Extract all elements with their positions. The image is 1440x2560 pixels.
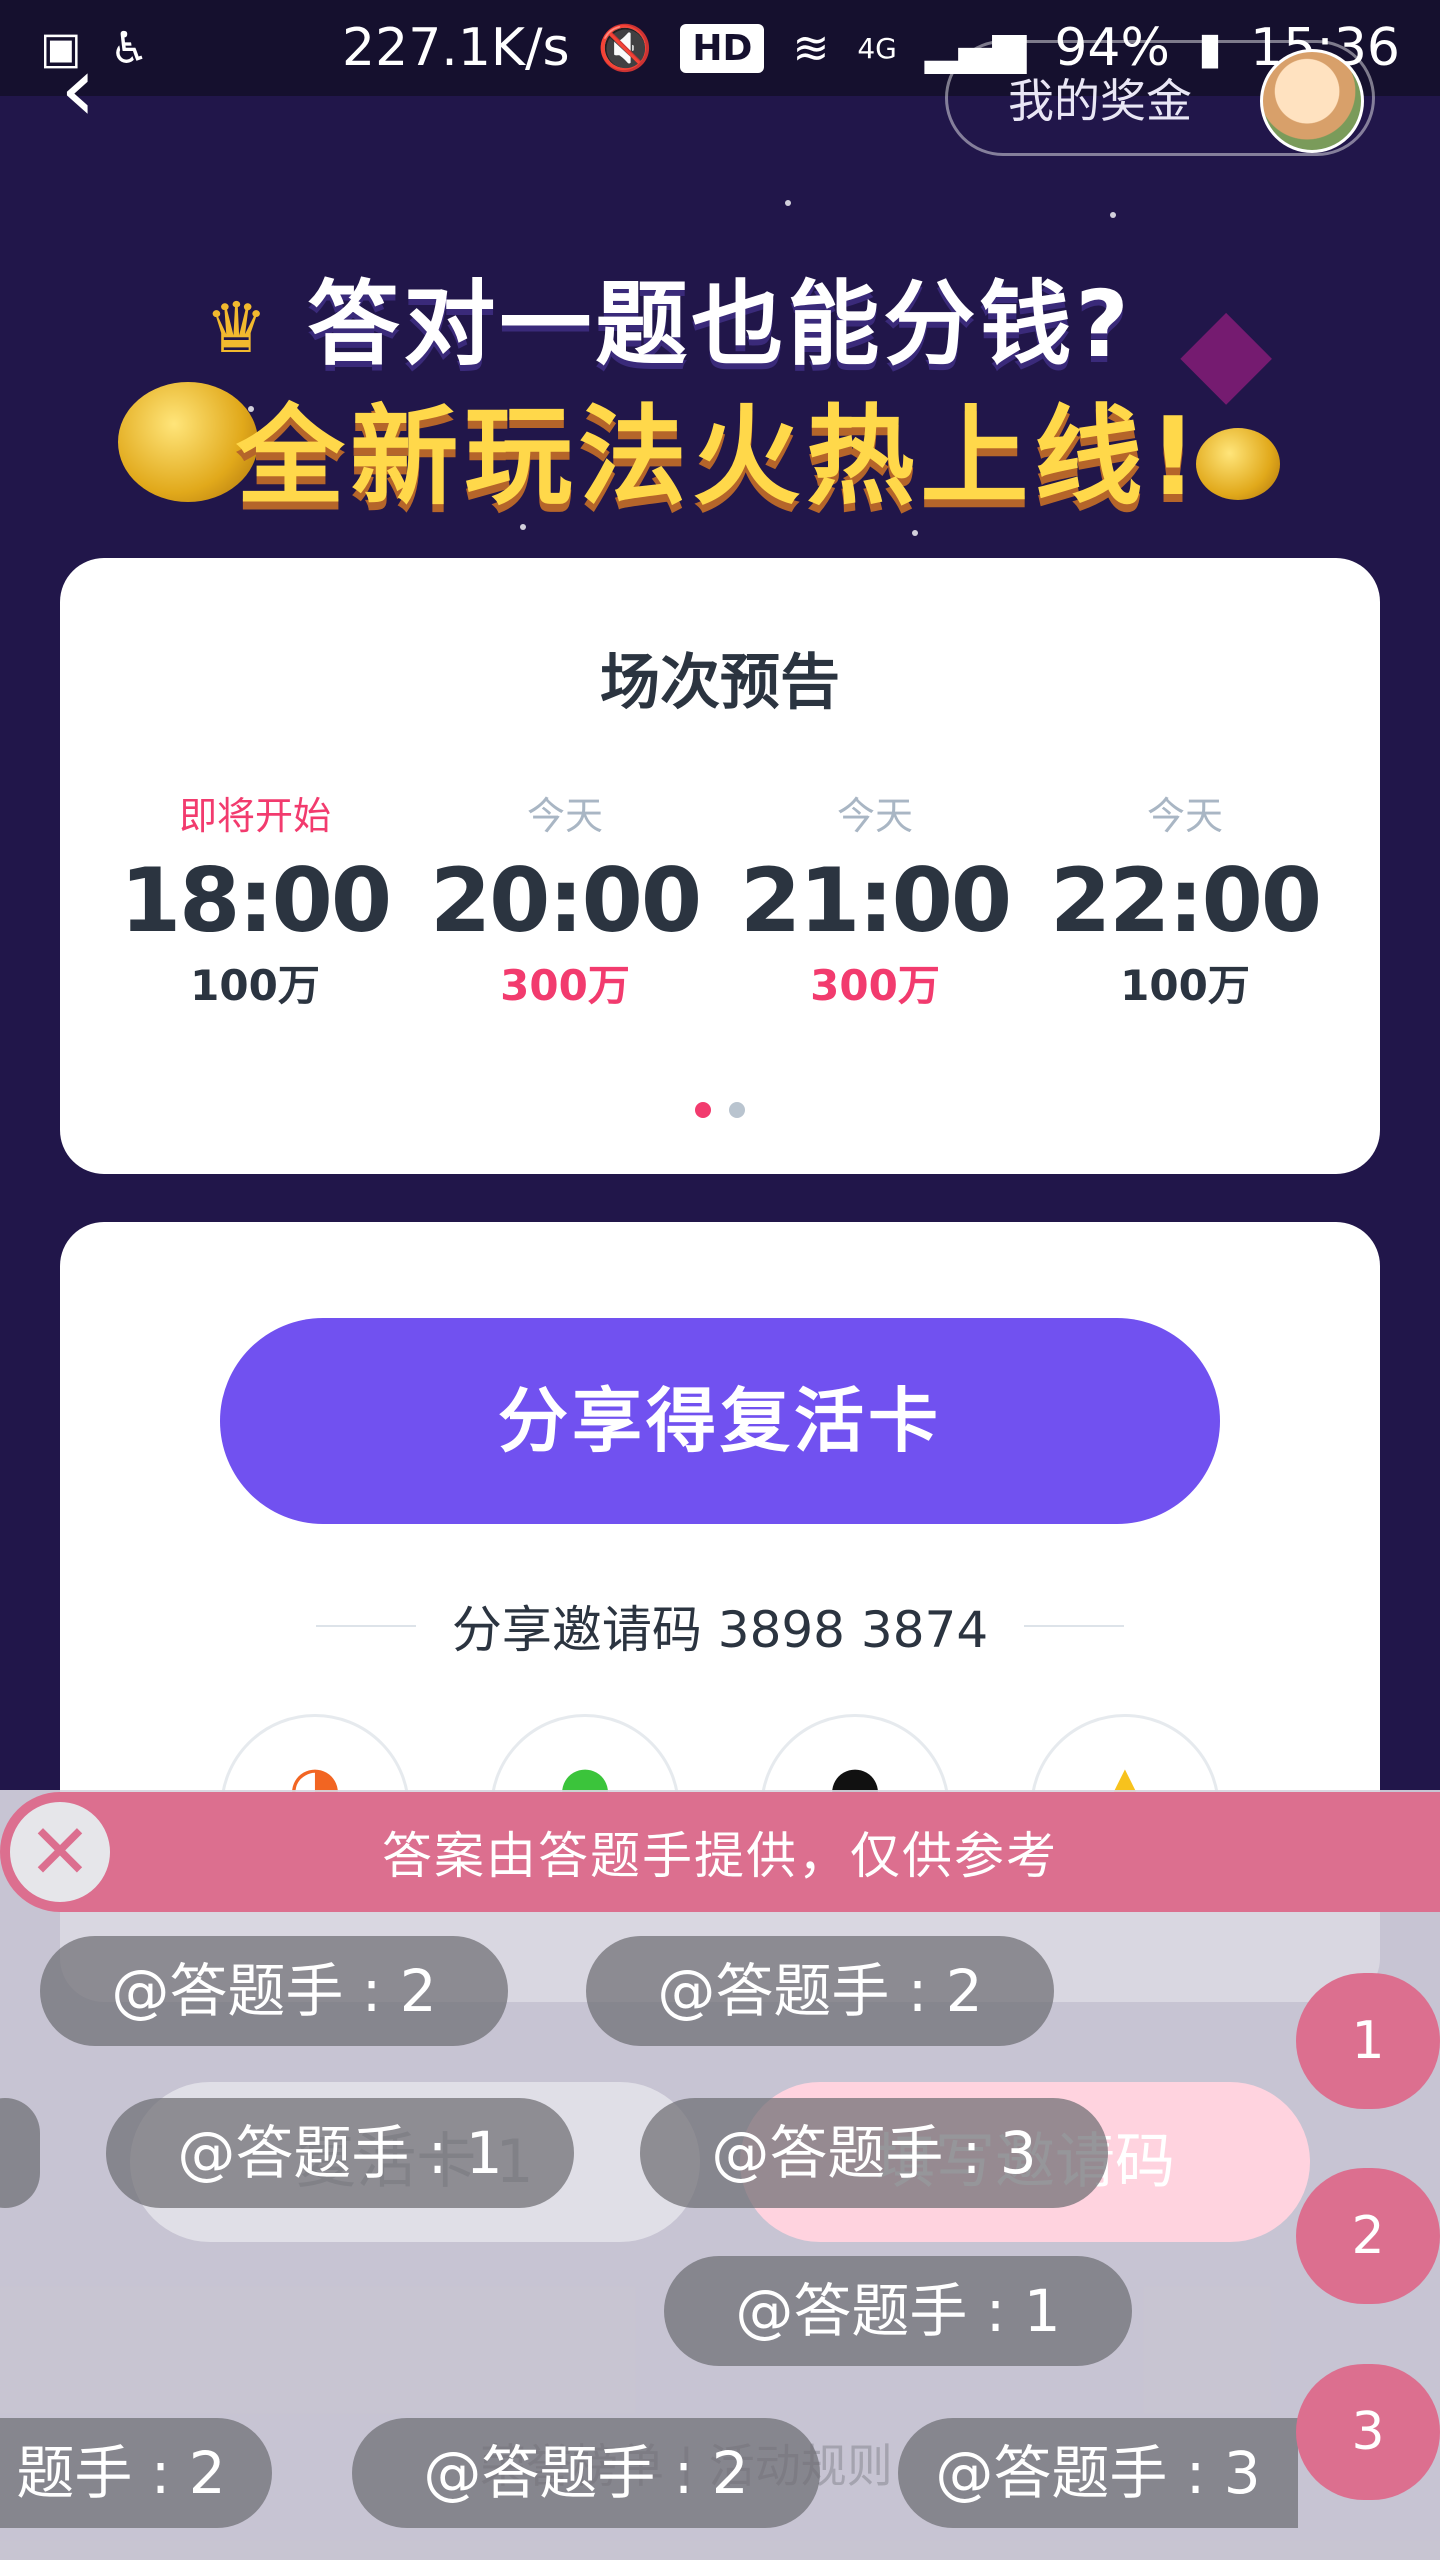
answer-bubble: @答题手 : 3	[898, 2418, 1298, 2528]
pager-dot[interactable]	[729, 1102, 745, 1118]
answer-option-1[interactable]: 1	[1296, 1973, 1440, 2109]
invite-code-row: 分享邀请码 3898 3874	[60, 1590, 1380, 1662]
session-prize: 100万	[190, 961, 320, 1010]
session-time: 21:00	[739, 849, 1012, 952]
network-speed: 227.1K/s	[342, 18, 570, 78]
answer-banner: 答案由答题手提供，仅供参考	[0, 1792, 1440, 1912]
session-label: 今天	[1146, 794, 1223, 838]
hero-headline: 答对一题也能分钱?	[307, 271, 1133, 378]
session-time: 18:00	[119, 849, 392, 952]
share-revive-card-button[interactable]: 分享得复活卡	[220, 1318, 1220, 1524]
schedule-card: 场次预告 即将开始 18:00 100万 今天 20:00 300万 今天 21…	[60, 558, 1380, 1174]
star-decoration	[1110, 212, 1116, 218]
close-icon[interactable]: ✕	[6, 1798, 114, 1906]
divider	[315, 1625, 416, 1627]
session-item[interactable]: 即将开始 18:00 100万	[100, 786, 410, 1026]
session-prize: 100万	[1120, 961, 1250, 1010]
answer-bubble: @答题手 : 2	[586, 1936, 1054, 2046]
hero-subheadline: 全新玩法火热上线!	[236, 395, 1204, 520]
answer-bubble: @答题手 : 3	[640, 2098, 1108, 2208]
session-time: 20:00	[429, 849, 702, 952]
answer-bubble: @答题手 : 2	[352, 2418, 820, 2528]
hd-badge: HD	[680, 23, 765, 73]
answer-bubble: @答题手 : 1	[664, 2256, 1132, 2366]
session-item[interactable]: 今天 22:00 100万	[1030, 786, 1340, 1026]
pager-dots	[60, 1102, 1380, 1118]
answer-bubble: 题手 : 2	[0, 2418, 272, 2528]
answer-bubble: @答题手 : 1	[106, 2098, 574, 2208]
session-label: 今天	[836, 794, 913, 838]
invite-code-text: 分享邀请码 3898 3874	[451, 1601, 989, 1659]
session-label: 今天	[526, 794, 603, 838]
divider	[1024, 1625, 1125, 1627]
star-decoration	[912, 530, 918, 536]
answer-option-2[interactable]: 2	[1296, 2168, 1440, 2304]
answer-bubble-edge	[0, 2098, 40, 2208]
mute-icon: 🔇	[597, 23, 653, 74]
wifi-icon: ≋	[792, 22, 830, 74]
session-list: 即将开始 18:00 100万 今天 20:00 300万 今天 21:00 3…	[100, 786, 1340, 1026]
answer-banner-text: 答案由答题手提供，仅供参考	[382, 1827, 1058, 1885]
answer-bubble: @答题手 : 2	[40, 1936, 508, 2046]
network-type: 4G	[857, 31, 897, 65]
session-item[interactable]: 今天 21:00 300万	[720, 786, 1030, 1026]
session-label: 即将开始	[178, 794, 331, 838]
star-decoration	[785, 200, 791, 206]
hero-banner: ♛ ◆ 答对一题也能分钱? 全新玩法火热上线!	[0, 120, 1440, 540]
pager-dot-active[interactable]	[695, 1102, 711, 1118]
schedule-title: 场次预告	[600, 648, 840, 718]
session-prize: 300万	[810, 961, 940, 1010]
session-item[interactable]: 今天 20:00 300万	[410, 786, 720, 1026]
session-prize: 300万	[500, 961, 630, 1010]
session-time: 22:00	[1049, 849, 1322, 952]
answer-option-3[interactable]: 3	[1296, 2364, 1440, 2500]
